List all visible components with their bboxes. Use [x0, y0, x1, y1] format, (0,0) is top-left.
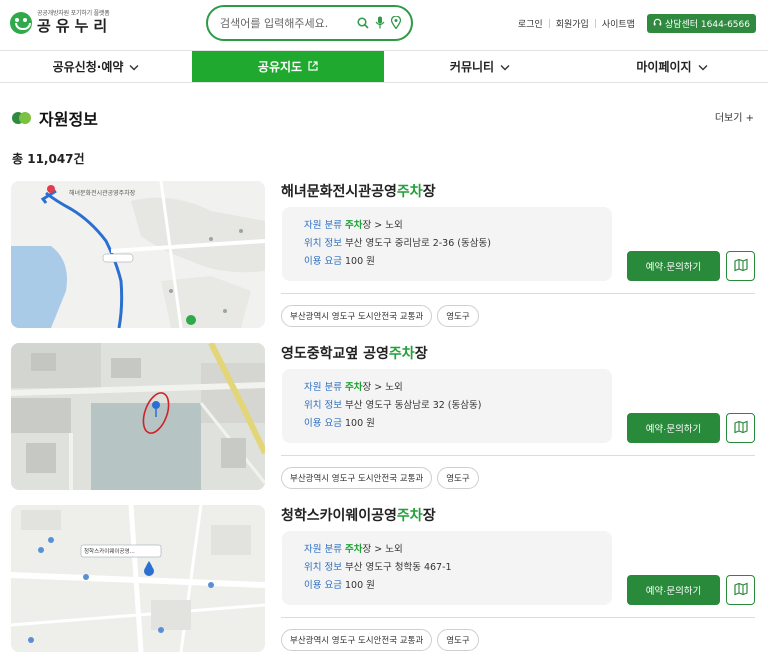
nav-share-map[interactable]: 공유지도 [192, 51, 384, 82]
tag-list: 부산광역시 영도구 도시안전국 교통과 영도구 [281, 467, 479, 489]
logo-mark-icon [10, 11, 32, 34]
category-row: 자원 분류 주차장 > 노외 [304, 382, 403, 393]
info-box: 자원 분류 주차장 > 노외 위치 정보 부산 영도구 청학동 467-1 이용 요… [282, 531, 612, 605]
reserve-button[interactable]: 예약·문의하기 [627, 575, 720, 605]
divider [281, 293, 755, 294]
nav-label: 마이페이지 [636, 60, 692, 74]
site-logo[interactable]: 공공개방자원 포기하기 플랫폼 공유누리 [10, 10, 112, 35]
external-link-icon [308, 60, 318, 74]
chevron-down-icon [129, 60, 139, 74]
main-nav: 공유신청·예약 공유지도 커뮤니티 마이페이지 [0, 50, 768, 83]
category-row: 자원 분류 주차장 > 노외 [304, 544, 403, 555]
map-label: 해녀문화전시관공영주차장 [69, 189, 136, 197]
section-dots-icon [12, 112, 32, 124]
search-input[interactable] [220, 16, 357, 30]
resource-card: 해녀문화전시관공영주차장 해녀문화전시관공영주차장 자원 분류 주차장 > 노외 … [0, 181, 768, 341]
location-row: 위치 정보 부산 영도구 청학동 467-1 [304, 562, 452, 573]
resource-card: 청학스카이웨이공영... 청학스카이웨이공영주차장 자원 분류 주차장 > 노외 … [0, 505, 768, 662]
nav-label: 공유신청·예약 [52, 60, 124, 74]
headset-icon [653, 18, 662, 30]
map-icon [733, 419, 748, 438]
search-icon[interactable] [357, 14, 369, 33]
utility-links: 로그인 회원가입 사이트맵 상담센터 1644-6566 [512, 14, 756, 33]
nav-label: 커뮤니티 [449, 60, 495, 74]
map-icon [733, 257, 748, 276]
map-view-button[interactable] [726, 251, 755, 281]
tag[interactable]: 영도구 [437, 629, 479, 651]
search-bar [206, 5, 413, 41]
card-title[interactable]: 청학스카이웨이공영주차장 [281, 505, 436, 525]
location-row: 위치 정보 부산 영도구 동삼남로 32 (동삼동) [304, 400, 482, 411]
tag[interactable]: 부산광역시 영도구 도시안전국 교통과 [281, 305, 433, 327]
callcenter-button[interactable]: 상담센터 1644-6566 [646, 14, 756, 33]
sitemap-link[interactable]: 사이트맵 [596, 17, 641, 30]
total-count: 총 11,047건 [12, 152, 85, 166]
site-header: 공공개방자원 포기하기 플랫폼 공유누리 로그인 회원가입 사이트맵 [0, 0, 768, 48]
fee-row: 이용 요금 100 원 [304, 418, 375, 429]
map-label: 청학스카이웨이공영... [84, 547, 135, 555]
tag-list: 부산광역시 영도구 도시안전국 교통과 영도구 [281, 629, 479, 651]
section-heading: 자원정보 [39, 110, 98, 129]
chevron-down-icon [698, 60, 708, 74]
nav-label: 공유지도 [257, 60, 303, 74]
nav-mypage[interactable]: 마이페이지 [576, 51, 768, 82]
nav-community[interactable]: 커뮤니티 [384, 51, 576, 82]
fee-row: 이용 요금 100 원 [304, 256, 375, 267]
nav-share-request[interactable]: 공유신청·예약 [0, 51, 192, 82]
chevron-down-icon [500, 60, 510, 74]
divider [281, 617, 755, 618]
tag[interactable]: 부산광역시 영도구 도시안전국 교통과 [281, 467, 433, 489]
map-view-button[interactable] [726, 575, 755, 605]
tag-list: 부산광역시 영도구 도시안전국 교통과 영도구 [281, 305, 479, 327]
reserve-button[interactable]: 예약·문의하기 [627, 413, 720, 443]
map-thumbnail[interactable]: 해녀문화전시관공영주차장 [11, 181, 265, 328]
callcenter-label: 상담센터 1644-6566 [664, 20, 750, 30]
map-thumbnail[interactable]: 청학스카이웨이공영... [11, 505, 265, 652]
more-link[interactable]: 더보기 + [715, 109, 754, 124]
divider [281, 455, 755, 456]
map-icon [733, 581, 748, 600]
tag[interactable]: 부산광역시 영도구 도시안전국 교통과 [281, 629, 433, 651]
microphone-icon[interactable] [375, 14, 385, 33]
resource-card: 영도중학교옆 공영주차장 자원 분류 주차장 > 노외 위치 정보 부산 영도구 동… [0, 343, 768, 503]
section-title: 자원정보 [12, 106, 98, 130]
signup-link[interactable]: 회원가입 [550, 17, 595, 30]
card-title[interactable]: 영도중학교옆 공영주차장 [281, 343, 428, 363]
map-thumbnail[interactable] [11, 343, 265, 490]
logo-title: 공유누리 [37, 17, 113, 35]
login-link[interactable]: 로그인 [512, 17, 549, 30]
fee-row: 이용 요금 100 원 [304, 580, 375, 591]
map-view-button[interactable] [726, 413, 755, 443]
location-row: 위치 정보 부산 영도구 중리남로 2-36 (동삼동) [304, 238, 491, 249]
location-pin-icon[interactable] [390, 14, 402, 33]
category-row: 자원 분류 주차장 > 노외 [304, 220, 403, 231]
info-box: 자원 분류 주차장 > 노외 위치 정보 부산 영도구 중리남로 2-36 (동삼동… [282, 207, 612, 281]
tag[interactable]: 영도구 [437, 305, 479, 327]
card-title[interactable]: 해녀문화전시관공영주차장 [281, 181, 436, 201]
reserve-button[interactable]: 예약·문의하기 [627, 251, 720, 281]
info-box: 자원 분류 주차장 > 노외 위치 정보 부산 영도구 동삼남로 32 (동삼동) … [282, 369, 612, 443]
tag[interactable]: 영도구 [437, 467, 479, 489]
